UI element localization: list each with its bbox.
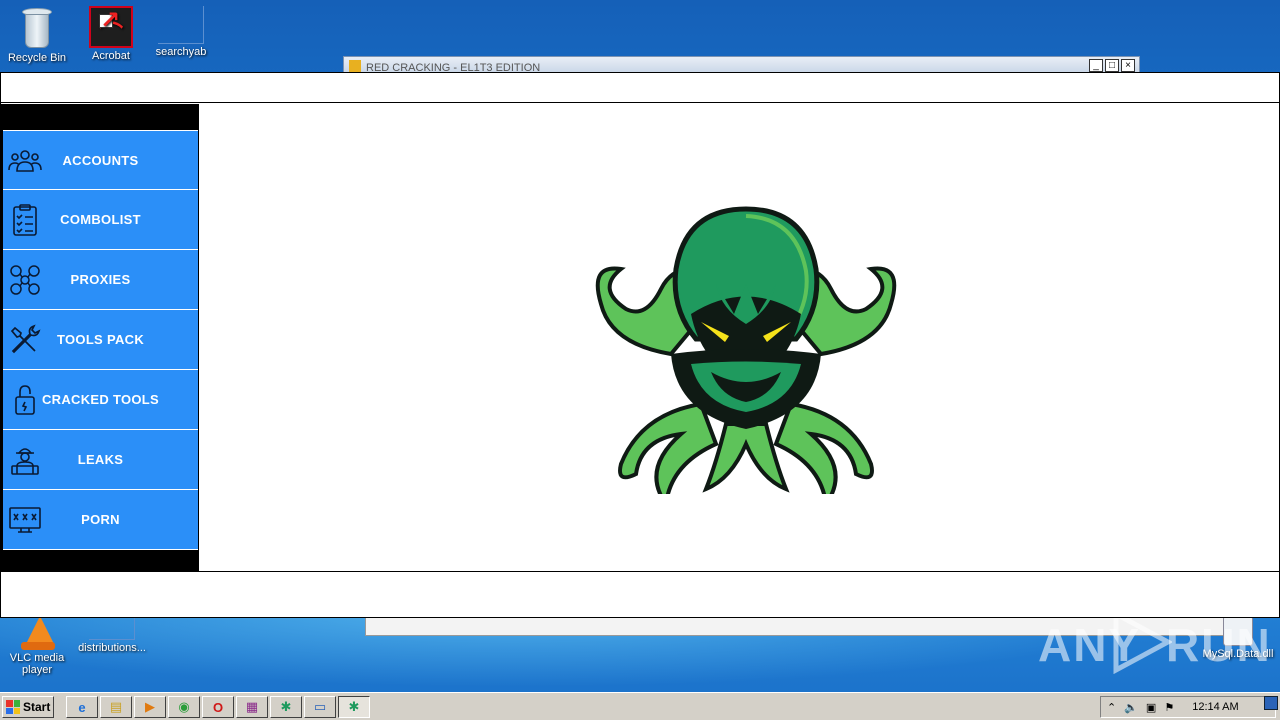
menu-item-accounts[interactable]: ACCOUNTS: [3, 130, 198, 190]
taskbar-octopus-app-active[interactable]: ✱: [338, 696, 370, 718]
desktop-icon-label: VLC media player: [9, 652, 65, 676]
menu-item-leaks[interactable]: LEAKS: [3, 430, 198, 490]
anyrun-watermark: ANY RUN: [1038, 610, 1270, 674]
desktop-icon-acrobat[interactable]: ⌒ ↗ Acrobat: [74, 6, 148, 62]
xxx-monitor-icon: [9, 507, 41, 533]
taskbar-octopus-app[interactable]: ✱: [270, 696, 302, 718]
windows-logo-icon: [6, 700, 20, 714]
file-icon: [89, 616, 135, 640]
quick-launch: e ▤ ▶ ◉ O ▦ ✱ ▭ ✱: [66, 696, 370, 718]
sidebar-menu: ACCOUNTS COMBOLIST PROXIES TOOLS PACK CR…: [3, 130, 198, 550]
vlc-cone-icon: [19, 616, 55, 650]
chrome-icon: ◉: [178, 699, 190, 714]
start-label: Start: [23, 700, 51, 714]
tray-clock[interactable]: 12:14 AM: [1192, 701, 1238, 713]
taskbar-chrome[interactable]: ◉: [168, 696, 200, 718]
desktop-icon-label: distributions...: [78, 642, 146, 654]
octopus-app-active-icon: ✱: [348, 699, 360, 714]
menu-item-tools-pack[interactable]: TOOLS PACK: [3, 310, 198, 370]
play-triangle-icon: [1113, 610, 1172, 674]
ie-icon: e: [78, 699, 86, 715]
app-window: ACCOUNTS COMBOLIST PROXIES TOOLS PACK CR…: [0, 72, 1280, 618]
taskbar-opera[interactable]: O: [202, 696, 234, 718]
clipboard-checklist-icon: [13, 204, 37, 236]
sidebar: ACCOUNTS COMBOLIST PROXIES TOOLS PACK CR…: [1, 104, 199, 571]
wrench-screwdriver-icon: [10, 324, 41, 354]
taskbar-explorer[interactable]: ▤: [100, 696, 132, 718]
explorer-icon: ▤: [109, 699, 123, 714]
taskbar-window[interactable]: ▭: [304, 696, 336, 718]
taskbar: Start e ▤ ▶ ◉ O ▦ ✱ ▭ ✱ ⌃ 🔈 ▣ ⚑ 12:14 AM: [0, 692, 1280, 720]
menu-item-cracked-tools[interactable]: CRACKED TOOLS: [3, 370, 198, 430]
desktop-icon-label: Acrobat: [92, 50, 130, 62]
octopus-app-icon: ✱: [280, 699, 292, 714]
network-icon[interactable]: ▣: [1146, 701, 1156, 714]
taskbar-ie[interactable]: e: [66, 696, 98, 718]
volume-icon[interactable]: 🔈: [1124, 701, 1138, 714]
kraken-logo-icon: [595, 206, 897, 494]
desktop-icon-label: Recycle Bin: [7, 52, 67, 64]
file-icon: [158, 6, 204, 44]
minimize-button[interactable]: _: [1089, 59, 1103, 72]
network-nodes-icon: [10, 265, 40, 295]
acrobat-icon: ⌒ ↗: [89, 6, 133, 48]
app-top-bar[interactable]: [1, 73, 1279, 103]
opera-icon: O: [212, 699, 224, 715]
desktop-icon-label: searchyab: [155, 46, 207, 58]
media-player-icon: ▶: [145, 699, 155, 714]
menu-item-combolist[interactable]: COMBOLIST: [3, 190, 198, 250]
taskbar-media-player[interactable]: ▶: [134, 696, 166, 718]
taskbar-winrar[interactable]: ▦: [236, 696, 268, 718]
watermark-text-right: RUN: [1166, 619, 1272, 671]
window-icon: ▭: [313, 699, 327, 714]
window-controls: _ □ ×: [1089, 59, 1135, 72]
menu-item-proxies[interactable]: PROXIES: [3, 250, 198, 310]
desktop-icon-recycle-bin[interactable]: Recycle Bin: [0, 6, 74, 64]
close-button[interactable]: ×: [1121, 59, 1135, 72]
show-desktop-button[interactable]: [1264, 696, 1278, 710]
start-button[interactable]: Start: [2, 696, 54, 718]
app-bottom-bar: [1, 571, 1279, 617]
desktop-icon-vlc[interactable]: VLC media player: [0, 616, 74, 676]
desktop-icon-searchyab[interactable]: searchyab: [144, 6, 218, 58]
winrar-icon: ▦: [245, 699, 259, 714]
desktop-icon-distributions[interactable]: distributions...: [70, 616, 154, 654]
folder-icon: [349, 60, 361, 72]
menu-item-porn[interactable]: PORN: [3, 490, 198, 550]
padlock-icon: [15, 385, 35, 415]
recycle-bin-icon: [20, 6, 54, 50]
action-center-flag-icon[interactable]: ⚑: [1164, 701, 1174, 714]
maximize-button[interactable]: □: [1105, 59, 1119, 72]
users-icon: [8, 150, 42, 172]
hacker-laptop-icon: [11, 448, 39, 475]
system-tray: ⌃ 🔈 ▣ ⚑ 12:14 AM: [1100, 696, 1276, 718]
main-content: [199, 104, 1279, 571]
tray-expand-icon[interactable]: ⌃: [1107, 701, 1116, 714]
